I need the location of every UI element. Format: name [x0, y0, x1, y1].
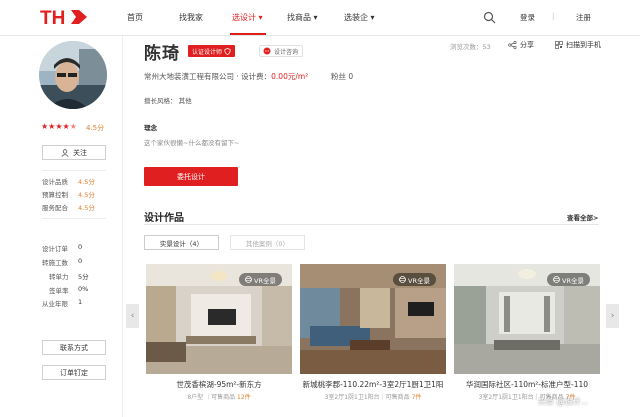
tab-real-design[interactable]: 实景设计（4）	[144, 235, 219, 250]
follow-button[interactable]: 关注	[42, 145, 106, 160]
design-style: 擅长风格： 其他	[144, 97, 192, 105]
stat-label-orders: 设计订单	[42, 245, 68, 253]
vr-label: VR全景	[254, 276, 276, 285]
view-count: 浏览次数：53	[450, 43, 491, 51]
vr-icon	[245, 276, 252, 283]
nav-choose-design[interactable]: 选设计 ▾	[232, 12, 263, 23]
stat-label-conversion: 转单力	[49, 273, 69, 281]
work-meta: 3室2厅1厨1卫1阳台｜可售商品 7件	[300, 392, 446, 401]
sidebar-divider	[42, 170, 106, 171]
idea-text: 这个家伙很懒~什么都没有留下~	[144, 139, 240, 147]
chat-icon	[263, 47, 271, 55]
certified-badge: 认证设计师	[188, 45, 236, 57]
tab-other-cases[interactable]: 其他案例（0）	[230, 235, 305, 250]
nav-choose-company[interactable]: 选装企 ▾	[344, 12, 375, 23]
work-thumbnail[interactable]: VR全景	[300, 264, 446, 374]
works-divider	[144, 224, 599, 225]
work-title[interactable]: 世茂香槟湖-95m²-新东方	[146, 379, 292, 390]
work-meta: 8户型 ｜可售商品 12件	[146, 392, 292, 401]
score-value-budget: 4.5分	[78, 191, 95, 199]
rating-stars: ★★★★★	[41, 122, 77, 131]
works-heading: 设计作品	[144, 213, 184, 224]
work-meta-text: 3室2厅1厨1卫1阳台｜可售商品	[324, 394, 412, 401]
stat-value-sign-rate: 0%	[78, 285, 89, 293]
vr-icon	[399, 276, 406, 283]
scan-to-phone-button[interactable]: 扫描到手机	[555, 40, 601, 50]
product-count: 12件	[237, 394, 251, 401]
rating-score: 4.5分	[86, 124, 105, 132]
stat-label-sign-rate: 签单率	[49, 287, 69, 295]
work-meta-text: 8户型 ｜可售商品	[187, 394, 237, 401]
watermark: 头条 @设计...	[538, 396, 588, 407]
work-thumbnail[interactable]: VR全景	[454, 264, 600, 374]
header-separator: |	[552, 12, 555, 20]
work-thumbnail[interactable]: VR全景	[146, 264, 292, 374]
stat-label-construction: 转施工数	[42, 259, 68, 267]
nav-find-home[interactable]: 找我家	[179, 12, 203, 23]
work-title[interactable]: 新城桃李郡-110.22m²-3室2厅1厨1卫1阳	[300, 379, 446, 390]
product-count: 7件	[411, 394, 422, 401]
consult-label: 设计咨询	[274, 48, 299, 56]
qr-code-icon	[555, 41, 563, 49]
chevron-left-icon: ‹	[130, 311, 135, 321]
work-title[interactable]: 华润国际社区-110m²-标准户型-110	[454, 379, 600, 390]
commission-design-button[interactable]: 委托设计	[144, 167, 238, 186]
designer-avatar	[39, 41, 107, 109]
stat-value-construction: 0	[78, 257, 83, 265]
work-card[interactable]: VR全景 世茂香槟湖-95m²-新东方 8户型 ｜可售商品 12件	[146, 264, 292, 417]
shield-icon	[224, 47, 231, 55]
design-fee: 0.00元/m²	[271, 72, 309, 81]
register-link[interactable]: 注册	[576, 12, 591, 23]
scan-label: 扫描到手机	[566, 41, 601, 49]
stat-value-conversion: 5分	[78, 273, 89, 281]
share-button[interactable]: 分享	[508, 40, 534, 50]
search-icon[interactable]	[483, 11, 496, 24]
company-fee-line: 常州大地装潢工程有限公司 · 设计费：0.00元/m²	[144, 71, 308, 82]
score-label-budget: 预算控制	[42, 191, 68, 199]
follow-label: 关注	[73, 148, 87, 157]
score-label-service: 服务配合	[42, 204, 68, 212]
work-card[interactable]: VR全景 新城桃李郡-110.22m²-3室2厅1厨1卫1阳 3室2厅1厨1卫1…	[300, 264, 446, 417]
view-all-link[interactable]: 查看全部>	[567, 212, 598, 222]
fans-count: 粉丝 0	[331, 72, 354, 81]
share-icon	[508, 41, 517, 49]
vr-badge: VR全景	[393, 273, 436, 286]
nav-find-goods[interactable]: 找商品 ▾	[287, 12, 318, 23]
score-label-quality: 设计品质	[42, 178, 68, 186]
company-name[interactable]: 常州大地装潢工程有限公司 · 设计费：	[144, 72, 271, 81]
login-link[interactable]: 登录	[520, 12, 535, 23]
stat-value-years: 1	[78, 298, 83, 306]
chevron-right-icon: ›	[610, 311, 615, 321]
stat-label-years: 从业年限	[42, 300, 68, 308]
designer-name: 陈琦	[144, 44, 180, 64]
vr-badge: VR全景	[239, 273, 282, 286]
carousel-prev-button[interactable]: ‹	[126, 304, 139, 328]
order-button[interactable]: 订单钉定	[42, 365, 106, 380]
user-icon	[61, 148, 69, 157]
share-label: 分享	[520, 41, 534, 49]
score-value-service: 4.5分	[78, 204, 95, 212]
nav-active-underline	[230, 33, 266, 35]
work-card[interactable]: VR全景 华润国际社区-110m²-标准户型-110 3室2厅1厨1卫1阳台｜可…	[454, 264, 600, 417]
nav-home[interactable]: 首页	[127, 12, 143, 23]
watermark-text: 头条 @设计...	[538, 397, 589, 406]
score-value-quality: 4.5分	[78, 178, 95, 186]
vr-icon	[553, 276, 560, 283]
vr-badge: VR全景	[547, 273, 590, 286]
stat-value-orders: 0	[78, 243, 83, 251]
consult-button[interactable]: 设计咨询	[259, 45, 304, 57]
idea-heading: 理念	[144, 124, 157, 132]
vr-label: VR全景	[408, 276, 430, 285]
carousel-next-button[interactable]: ›	[606, 304, 619, 328]
thd-logo[interactable]: TH	[40, 7, 88, 27]
contact-button[interactable]: 联系方式	[42, 340, 106, 355]
svg-text:TH: TH	[40, 8, 65, 27]
sidebar-divider	[42, 218, 106, 219]
certified-label: 认证设计师	[192, 48, 223, 56]
vr-label: VR全景	[562, 276, 584, 285]
column-divider	[122, 36, 123, 417]
top-header: TH 首页 找我家 选设计 ▾ 找商品 ▾ 选装企 ▾ 登录 | 注册	[0, 0, 640, 36]
